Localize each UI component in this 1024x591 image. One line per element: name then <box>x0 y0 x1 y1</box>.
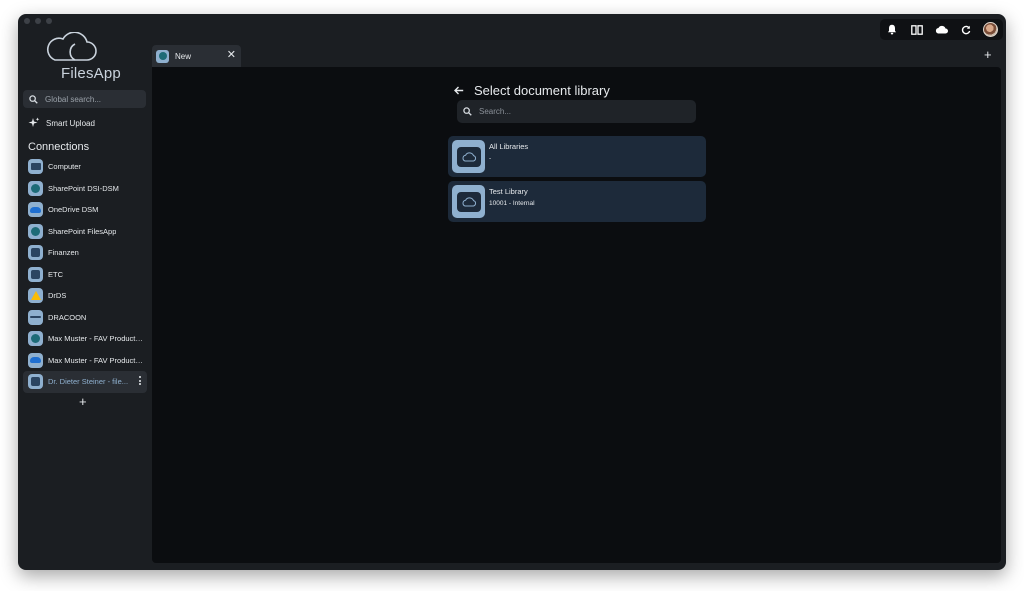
connection-label: DRACOON <box>48 312 87 322</box>
computer-icon <box>28 159 43 175</box>
cloud-logo-icon <box>46 32 97 61</box>
connection-label: Max Muster - FAV Production <box>48 334 144 344</box>
global-search-input[interactable]: Global search... <box>23 90 146 108</box>
main-panel: Select document library Search... All Li… <box>152 67 1001 563</box>
user-avatar-button[interactable] <box>978 19 1003 40</box>
connection-label: ETC <box>48 269 63 279</box>
add-connection-button[interactable]: + <box>79 395 87 408</box>
tab-new[interactable]: New ✕ <box>152 45 241 67</box>
connection-label: Dr. Dieter Steiner - file... <box>48 377 129 387</box>
connection-label: SharePoint DSI-DSM <box>48 183 119 193</box>
library-subtitle: 10001 - Internal <box>489 200 535 207</box>
global-search-placeholder: Global search... <box>45 94 102 104</box>
connection-item-computer[interactable]: Computer <box>23 156 147 178</box>
connection-item-onedrive-dsm[interactable]: OneDrive DSM <box>23 199 147 221</box>
connection-item-max-muster-onedrive[interactable]: Max Muster - FAV Production <box>23 350 147 372</box>
connection-label: SharePoint FilesApp <box>48 226 117 236</box>
cloud-sync-button[interactable] <box>929 19 954 40</box>
notifications-button[interactable] <box>880 19 905 40</box>
page-title: Select document library <box>474 83 610 98</box>
more-options-icon[interactable] <box>139 376 141 385</box>
google-drive-icon <box>28 288 43 304</box>
sharepoint-icon <box>156 49 169 63</box>
split-view-button[interactable] <box>905 19 930 40</box>
connection-item-finanzen[interactable]: Finanzen <box>23 242 147 264</box>
sidebar: FilesApp Global search... Smart Upload C… <box>18 14 151 570</box>
sharepoint-icon <box>28 331 43 347</box>
connections-heading: Connections <box>28 141 90 153</box>
sparkle-icon <box>28 117 40 127</box>
library-subtitle: - <box>489 155 492 162</box>
smart-upload-button[interactable]: Smart Upload <box>28 117 95 129</box>
refresh-button[interactable] <box>954 19 979 40</box>
library-name: All Libraries <box>489 142 529 151</box>
app-name: FilesApp <box>61 65 121 82</box>
connection-item-drds[interactable]: DrDS <box>23 285 147 307</box>
connection-label: Max Muster - FAV Production <box>48 355 144 365</box>
bell-icon <box>888 24 897 35</box>
onedrive-icon <box>28 352 43 368</box>
close-tab-icon[interactable]: ✕ <box>227 49 236 61</box>
search-icon <box>463 107 472 116</box>
onedrive-icon <box>28 202 43 218</box>
smart-upload-label: Smart Upload <box>46 118 95 128</box>
avatar <box>983 22 999 37</box>
cloud-icon <box>462 196 476 206</box>
library-card-test-library[interactable]: Test Library 10001 - Internal <box>448 181 706 222</box>
storage-icon <box>28 245 43 261</box>
back-arrow-icon[interactable] <box>454 86 464 95</box>
connection-item-sharepoint-filesapp[interactable]: SharePoint FilesApp <box>23 221 147 243</box>
sharepoint-icon <box>28 223 43 239</box>
connection-label: DrDS <box>48 291 67 301</box>
app-window: FilesApp Global search... Smart Upload C… <box>18 14 1006 570</box>
search-icon <box>29 94 38 104</box>
library-search-placeholder: Search... <box>479 107 512 116</box>
connection-item-etc[interactable]: ETC <box>23 264 147 286</box>
sharepoint-icon <box>28 180 43 196</box>
connection-item-dieter-steiner[interactable]: Dr. Dieter Steiner - file... <box>23 371 147 393</box>
storage-icon <box>28 266 43 282</box>
connection-item-dracoon[interactable]: DRACOON <box>23 307 147 329</box>
library-search-input[interactable]: Search... <box>457 100 696 123</box>
refresh-icon <box>961 25 971 34</box>
connection-item-sharepoint-dsi-dsm[interactable]: SharePoint DSI-DSM <box>23 178 147 200</box>
library-thumbnail <box>452 185 485 218</box>
connections-list: Computer SharePoint DSI-DSM OneDrive DSM… <box>23 156 147 393</box>
library-name: Test Library <box>489 187 528 196</box>
connection-label: OneDrive DSM <box>48 205 99 215</box>
dracoon-icon <box>28 309 43 325</box>
app-logo: FilesApp <box>42 32 128 84</box>
connection-label: Finanzen <box>48 248 79 258</box>
storage-icon <box>28 374 43 390</box>
connection-item-max-muster-sharepoint[interactable]: Max Muster - FAV Production <box>23 328 147 350</box>
new-tab-button[interactable]: + <box>984 48 992 61</box>
cloud-icon <box>935 25 948 34</box>
cloud-icon <box>462 151 476 161</box>
connection-label: Computer <box>48 162 81 172</box>
panel-header: Select document library <box>454 83 610 98</box>
library-thumbnail <box>452 140 485 173</box>
split-view-icon <box>911 24 923 35</box>
tab-label: New <box>175 51 192 61</box>
library-card-all-libraries[interactable]: All Libraries - <box>448 136 706 177</box>
header-toolbar <box>880 19 1003 40</box>
